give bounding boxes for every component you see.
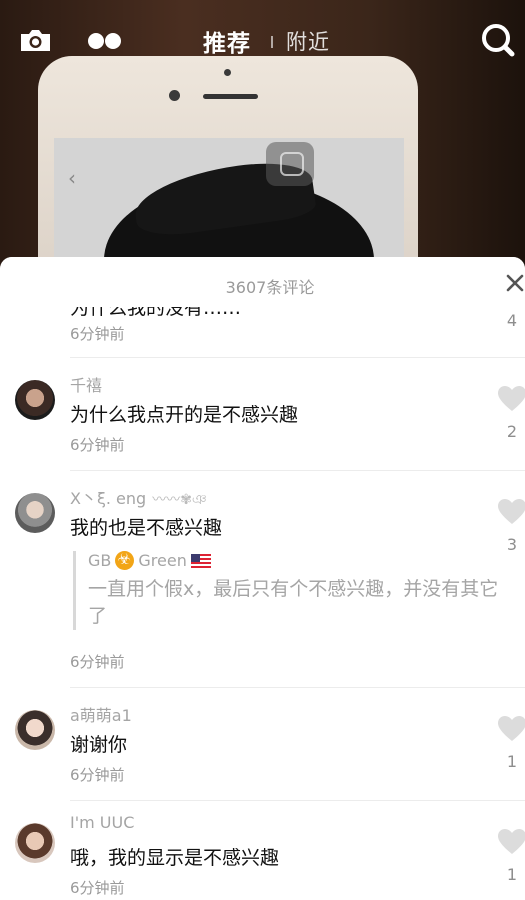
like-count: 1 [506, 752, 518, 771]
comment-text: 哦，我的显示是不感兴趣 [70, 847, 280, 869]
close-icon[interactable] [506, 274, 524, 292]
comment-text: 谢谢你 [70, 734, 128, 756]
tab-nearby[interactable]: 附近 [286, 26, 330, 56]
comment-item[interactable]: 千禧 为什么我点开的是不感兴趣 6分钟前 2 [0, 358, 525, 471]
comment-time: 6分钟前 [70, 766, 125, 784]
like-count: 1 [506, 865, 518, 884]
comment-username[interactable]: X丶ξ. eng 〰〰✾ঞ [70, 485, 207, 512]
like-count: 2 [506, 422, 518, 441]
avatar[interactable] [15, 823, 55, 863]
comment-item[interactable]: I'm UUC 哦，我的显示是不感兴趣 6分钟前 1 [0, 801, 525, 900]
reply-block[interactable]: GB Green 一直用个假x，最后只有个不感兴趣，并没有其它了 [73, 550, 508, 630]
heart-icon[interactable] [498, 386, 525, 412]
us-flag-icon [190, 553, 211, 568]
comment-time: 6分钟前 [70, 653, 125, 671]
comment-text: 为什么我点开的是不感兴趣 [70, 404, 299, 426]
comment-sheet: 为什么我的没有…… 6分钟前 4 千禧 为什么我点开的是不感兴趣 6分钟前 2 … [0, 257, 525, 900]
tab-separator [271, 36, 273, 48]
camera-icon[interactable] [19, 29, 52, 52]
avatar[interactable] [15, 493, 55, 533]
comment-item[interactable]: a萌萌a1 谢谢你 6分钟前 1 [0, 688, 525, 801]
video-phone-image: ‹ [38, 56, 418, 270]
heart-icon[interactable] [498, 829, 525, 855]
reply-text: 一直用个假x，最后只有个不感兴趣，并没有其它了 [88, 578, 499, 627]
sheet-header: 3607条评论 [0, 257, 525, 307]
comment-count: 3607条评论 [225, 278, 315, 297]
reply-username[interactable]: GB Green [88, 550, 508, 570]
heart-icon[interactable] [498, 716, 525, 742]
heart-icon[interactable] [498, 499, 525, 525]
comment-text: 我的也是不感兴趣 [70, 517, 223, 539]
tab-recommend[interactable]: 推荐 [203, 24, 251, 58]
comment-item[interactable]: X丶ξ. eng〰〰✾ঞ 我的也是不感兴趣 3 GB Green 一直用个假x，… [0, 471, 525, 688]
comment-username[interactable]: 千禧 [70, 372, 102, 396]
comment-time: 6分钟前 [70, 325, 125, 343]
like-count: 4 [506, 311, 518, 330]
decoration-glyphs: 〰〰✾ঞ [152, 492, 207, 508]
avatar[interactable] [15, 710, 55, 750]
comment-username[interactable]: I'm UUC [70, 813, 134, 832]
biohazard-icon [115, 550, 135, 570]
avatar[interactable] [15, 380, 55, 420]
comment-username[interactable]: a萌萌a1 [70, 702, 132, 726]
comment-time: 6分钟前 [70, 436, 125, 454]
dots-icon[interactable] [88, 32, 122, 50]
comment-time: 6分钟前 [70, 879, 125, 897]
search-icon[interactable] [481, 23, 515, 57]
top-bar: 推荐 附近 [0, 0, 525, 80]
